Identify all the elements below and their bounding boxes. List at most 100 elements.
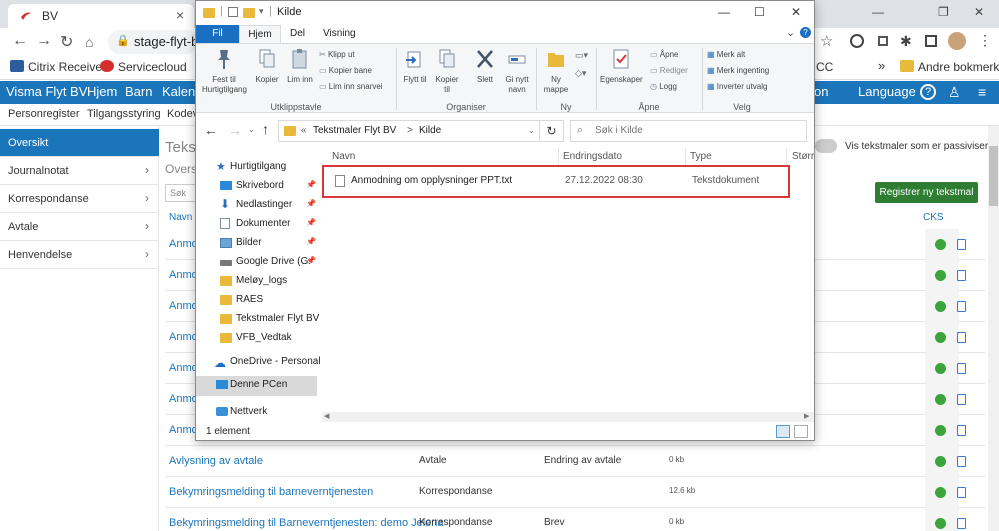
cut-button[interactable]: ✂ Klipp ut	[319, 50, 355, 59]
new-folder-quick-icon[interactable]	[243, 8, 255, 18]
privacy-icon[interactable]	[850, 34, 864, 48]
menu-icon[interactable]: ⋮	[978, 32, 992, 49]
hamburger-icon[interactable]: ≡	[978, 84, 986, 100]
pin-quick-access-button[interactable]: Fest til Hurtigtilgang	[202, 48, 247, 95]
nav-item-network[interactable]: Nettverk	[196, 403, 320, 422]
column-header-name[interactable]: Navn	[332, 151, 355, 162]
move-to-button[interactable]: Flytt til	[400, 48, 430, 85]
column-header-type[interactable]: Type	[690, 151, 712, 162]
app-brand[interactable]: Visma Flyt BV	[6, 84, 87, 99]
select-none-button[interactable]: ▦ Merk ingenting	[707, 66, 769, 75]
table-row[interactable]: Bekymringsmelding til barneverntjenesten…	[165, 477, 985, 508]
browser-restore-button[interactable]: ❐	[938, 5, 949, 19]
details-view-icon[interactable]	[776, 425, 790, 438]
forward-arrow-icon[interactable]: →	[36, 32, 52, 50]
explorer-minimize-button[interactable]: —	[718, 5, 730, 19]
quick-access-dropdown-icon[interactable]: ▾	[259, 6, 264, 17]
file-row[interactable]: Anmodning om opplysninger PPT.txt 27.12.…	[322, 165, 790, 198]
page-scrollbar-thumb[interactable]	[989, 146, 998, 206]
avatar[interactable]	[948, 32, 966, 50]
menu-barn[interactable]: Barn	[125, 84, 152, 99]
copy-icon[interactable]	[957, 394, 966, 405]
sidebar-item-oversikt[interactable]: Oversikt	[0, 129, 159, 157]
copy-icon[interactable]	[957, 487, 966, 498]
new-item-icon[interactable]: ▭▾	[575, 50, 588, 61]
tab-del[interactable]: Del	[290, 28, 305, 39]
forward-arrow-icon[interactable]: →	[228, 122, 242, 138]
page-scrollbar[interactable]	[988, 126, 999, 531]
up-arrow-icon[interactable]: ↑	[262, 121, 269, 137]
easy-access-icon[interactable]: ◇▾	[575, 68, 586, 79]
copy-button[interactable]: Kopier	[252, 48, 282, 85]
recent-dropdown-icon[interactable]: ⌄	[248, 125, 255, 134]
sidebar-item-henvendelse[interactable]: Henvendelse ›	[0, 241, 159, 269]
bookmark-citrix[interactable]: Citrix Receiver	[10, 60, 106, 74]
nav-item-desktop[interactable]: Skrivebord 📌	[196, 177, 320, 196]
sidepanel-icon[interactable]	[925, 35, 937, 47]
nav-item-quick-access[interactable]: ★ Hurtigtilgang	[196, 158, 320, 177]
properties-quick-icon[interactable]	[228, 7, 238, 17]
help-icon[interactable]: ?	[800, 27, 811, 38]
tab-visning[interactable]: Visning	[323, 28, 356, 39]
reload-icon[interactable]: ↻	[60, 32, 73, 52]
nav-item-this-pc[interactable]: Denne PCen	[196, 376, 317, 396]
properties-button[interactable]: Egenskaper	[600, 48, 643, 85]
tab-hjem[interactable]: Hjem	[239, 25, 281, 44]
copy-icon[interactable]	[957, 518, 966, 529]
paste-button[interactable]: Lim inn	[285, 48, 315, 85]
copy-icon[interactable]	[957, 332, 966, 343]
grid-icon[interactable]	[878, 36, 888, 46]
nav-item-downloads[interactable]: ⬇ Nedlastinger 📌	[196, 196, 320, 215]
explorer-maximize-button[interactable]: ☐	[754, 5, 765, 19]
nav-item-tekstmaler[interactable]: Tekstmaler Flyt BV	[196, 310, 320, 329]
edit-button[interactable]: ▭ Rediger	[650, 66, 688, 75]
col-header-name[interactable]: Navn	[169, 212, 192, 223]
bookmark-other[interactable]: Andre bokmerker	[900, 60, 999, 74]
sidebar-item-avtale[interactable]: Avtale ›	[0, 213, 159, 241]
copy-icon[interactable]	[957, 363, 966, 374]
invert-selection-button[interactable]: ▦ Inverter utvalg	[707, 82, 767, 91]
path-segment-kilde[interactable]: Kilde	[419, 125, 441, 136]
path-dropdown-icon[interactable]: ⌄	[528, 126, 535, 135]
bookmark-partial[interactable]: CC	[816, 60, 833, 74]
nav-item-raes[interactable]: RAES	[196, 291, 320, 310]
delete-button[interactable]: Slett	[470, 48, 500, 85]
subnav-tilgangsstyring[interactable]: Tilgangsstyring	[87, 108, 161, 120]
scroll-right-icon[interactable]: ▶	[804, 412, 809, 420]
copy-icon[interactable]	[957, 456, 966, 467]
extensions-icon[interactable]: ✱	[900, 33, 912, 50]
sidebar-item-journalnotat[interactable]: Journalnotat ›	[0, 157, 159, 185]
tab-close-icon[interactable]: ×	[176, 7, 184, 23]
sidebar-item-korrespondanse[interactable]: Korrespondanse ›	[0, 185, 159, 213]
copy-icon[interactable]	[957, 301, 966, 312]
table-row[interactable]: Bekymringsmelding til Barneverntjenesten…	[165, 508, 985, 531]
history-button[interactable]: ◷ Logg	[650, 82, 677, 91]
passive-toggle[interactable]	[815, 139, 837, 153]
nav-item-meloy-logs[interactable]: Meløy_logs	[196, 272, 320, 291]
subnav-personregister[interactable]: Personregister	[8, 108, 80, 120]
home-icon[interactable]: ⌂	[85, 34, 93, 50]
path-overflow[interactable]: «	[301, 125, 307, 136]
copy-icon[interactable]	[957, 239, 966, 250]
search-input[interactable]: Søk	[165, 184, 199, 202]
nav-item-google-drive[interactable]: Google Drive (G: 📌	[196, 253, 320, 272]
explorer-search-input[interactable]: ⌕ Søk i Kilde	[570, 120, 807, 142]
tab-fil[interactable]: Fil	[196, 25, 239, 43]
new-folder-button[interactable]: Ny mappe	[540, 48, 572, 95]
horizontal-scrollbar[interactable]: ◀ ▶	[322, 412, 814, 422]
path-segment-tekstmaler[interactable]: Tekstmaler Flyt BV	[313, 125, 396, 136]
large-icons-view-icon[interactable]	[794, 425, 808, 438]
col-header-cks[interactable]: CKS	[923, 212, 944, 223]
copy-icon[interactable]	[957, 425, 966, 436]
select-all-button[interactable]: ▦ Merk alt	[707, 50, 745, 59]
ribbon-collapse-icon[interactable]: ⌄	[786, 26, 795, 39]
refresh-icon[interactable]: ↻	[540, 120, 564, 142]
explorer-close-button[interactable]: ✕	[791, 5, 801, 19]
bookmark-star-icon[interactable]: ☆	[820, 32, 833, 50]
menu-hjem[interactable]: Hjem	[87, 84, 117, 99]
user-icon[interactable]: ♙	[948, 84, 964, 100]
address-bar[interactable]: 🔒 stage-flyt-ba	[108, 30, 206, 54]
scroll-left-icon[interactable]: ◀	[324, 412, 329, 420]
column-header-size[interactable]: Størr	[792, 151, 814, 162]
copy-to-button[interactable]: Kopier til	[432, 48, 462, 95]
